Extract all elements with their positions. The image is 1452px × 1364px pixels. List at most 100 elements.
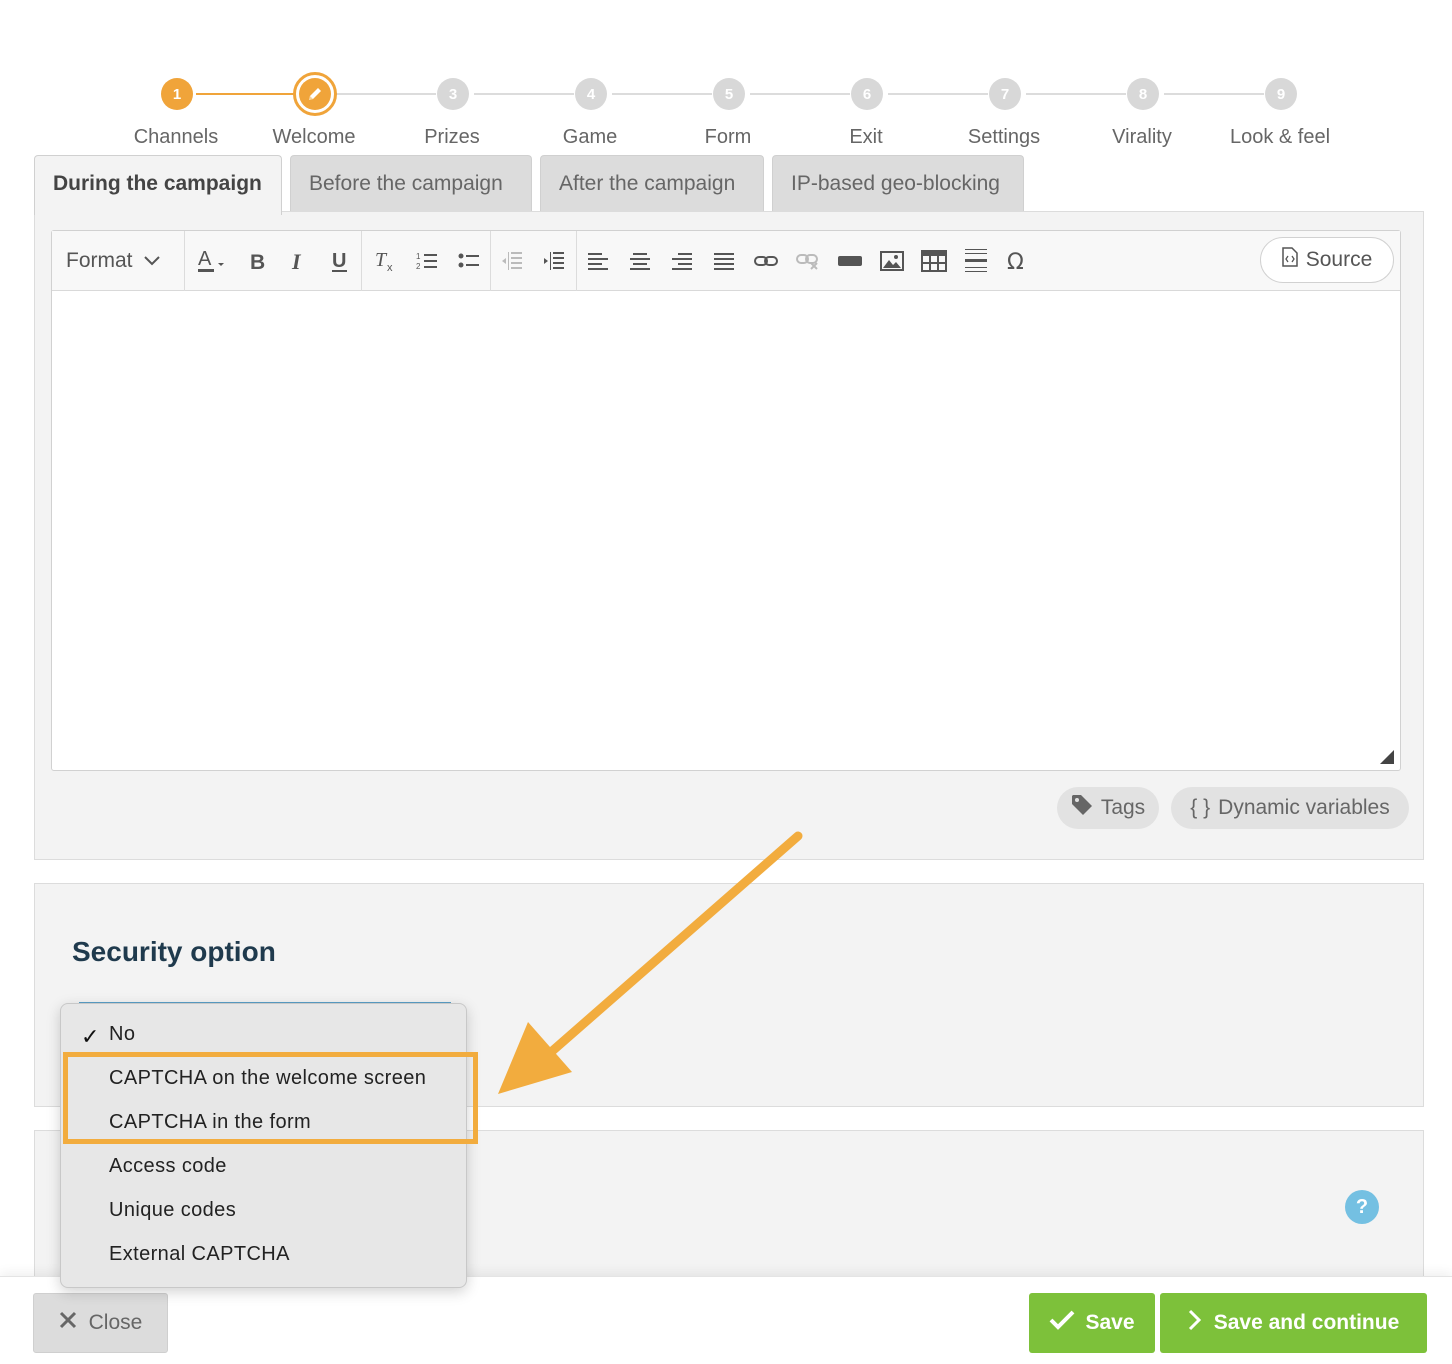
option-external-captcha[interactable]: External CAPTCHA bbox=[109, 1243, 290, 1266]
step-label: Prizes bbox=[424, 126, 480, 148]
step-number: 6 bbox=[851, 78, 883, 110]
step-connector-4 bbox=[612, 93, 712, 95]
resize-handle-icon[interactable] bbox=[1380, 750, 1394, 764]
toolbar-separator bbox=[184, 231, 185, 291]
svg-text:Ω: Ω bbox=[1007, 250, 1024, 273]
editor-toolbar: Format A B I U Tx 12 Ω Source bbox=[52, 231, 1400, 291]
footer-bar: Close Save Save and continue bbox=[0, 1276, 1452, 1364]
help-icon[interactable]: ? bbox=[1345, 1190, 1379, 1224]
step-number: 3 bbox=[437, 78, 469, 110]
save-label: Save bbox=[1085, 1311, 1135, 1334]
bullet-list-icon[interactable] bbox=[453, 245, 485, 277]
svg-text:x: x bbox=[387, 262, 393, 273]
tab-after-campaign[interactable]: After the campaign bbox=[540, 155, 764, 213]
step-connector-7 bbox=[1026, 93, 1126, 95]
chevron-down-icon bbox=[143, 245, 161, 277]
step-connector-5 bbox=[750, 93, 850, 95]
checkmark-icon bbox=[1049, 1310, 1075, 1336]
svg-text:1: 1 bbox=[416, 252, 421, 261]
svg-text:2: 2 bbox=[416, 262, 421, 271]
section-title: Security option bbox=[72, 936, 276, 967]
current-step-marker bbox=[293, 72, 337, 116]
bold-icon[interactable]: B bbox=[242, 245, 274, 277]
dynamic-variables-button[interactable]: { } Dynamic variables bbox=[1171, 787, 1409, 829]
image-icon[interactable] bbox=[876, 245, 908, 277]
format-dropdown[interactable]: Format bbox=[66, 245, 161, 277]
security-options-dropdown: ✓ No CAPTCHA on the welcome screen CAPTC… bbox=[60, 1003, 467, 1288]
step-number: 1 bbox=[161, 78, 193, 110]
text-color-icon[interactable]: A bbox=[195, 245, 227, 277]
chevron-right-icon bbox=[1188, 1309, 1202, 1337]
progress-stepper: 1 Channels Welcome 3 Prizes 4 Game 5 For… bbox=[0, 36, 1452, 148]
option-access-code[interactable]: Access code bbox=[109, 1155, 227, 1178]
step-label: Settings bbox=[967, 126, 1041, 148]
option-unique-codes[interactable]: Unique codes bbox=[109, 1199, 236, 1222]
tab-geo-blocking[interactable]: IP-based geo-blocking bbox=[772, 155, 1024, 213]
step-label: Welcome bbox=[272, 126, 356, 148]
check-icon: ✓ bbox=[81, 1024, 100, 1049]
curly-braces-icon: { } bbox=[1190, 796, 1211, 819]
underline-icon[interactable]: U bbox=[324, 245, 356, 277]
save-and-continue-button[interactable]: Save and continue bbox=[1160, 1293, 1427, 1353]
increase-indent-icon[interactable] bbox=[538, 245, 570, 277]
step-label: Channels bbox=[133, 126, 219, 148]
unlink-icon[interactable] bbox=[792, 245, 824, 277]
step-label: Virality bbox=[1112, 126, 1172, 148]
step-connector-3 bbox=[474, 93, 574, 95]
tag-icon bbox=[1071, 794, 1093, 822]
step-number: 9 bbox=[1265, 78, 1297, 110]
table-icon[interactable] bbox=[918, 245, 950, 277]
tab-during-campaign[interactable]: During the campaign bbox=[34, 155, 282, 215]
format-label: Format bbox=[66, 249, 133, 272]
option-no[interactable]: No bbox=[109, 1023, 135, 1046]
italic-icon[interactable]: I bbox=[282, 245, 314, 277]
align-left-icon[interactable] bbox=[582, 245, 614, 277]
source-code-icon bbox=[1281, 247, 1298, 273]
close-label: Close bbox=[88, 1311, 143, 1334]
toolbar-separator bbox=[361, 231, 362, 291]
step-connector-6 bbox=[888, 93, 988, 95]
toolbar-separator bbox=[576, 231, 577, 291]
button-insert-icon[interactable] bbox=[834, 245, 866, 277]
save-continue-label: Save and continue bbox=[1213, 1311, 1400, 1334]
step-label: Look & feel bbox=[1229, 126, 1331, 148]
align-center-icon[interactable] bbox=[624, 245, 656, 277]
step-label: Game bbox=[562, 126, 618, 148]
option-captcha-welcome[interactable]: CAPTCHA on the welcome screen bbox=[109, 1067, 426, 1090]
step-number: 4 bbox=[575, 78, 607, 110]
pencil-icon bbox=[299, 78, 331, 110]
rich-text-editor: Format A B I U Tx 12 Ω Source bbox=[51, 230, 1401, 771]
dynamic-variables-label: Dynamic variables bbox=[1218, 796, 1390, 819]
step-label: Form bbox=[704, 126, 752, 148]
step-label: Exit bbox=[849, 126, 883, 148]
source-button[interactable]: Source bbox=[1260, 237, 1394, 283]
option-captcha-form[interactable]: CAPTCHA in the form bbox=[109, 1111, 311, 1134]
step-number: 8 bbox=[1127, 78, 1159, 110]
close-button[interactable]: Close bbox=[33, 1293, 168, 1353]
horizontal-rule-icon[interactable] bbox=[960, 245, 992, 277]
step-number: 7 bbox=[989, 78, 1021, 110]
link-icon[interactable] bbox=[750, 245, 782, 277]
step-number: 5 bbox=[713, 78, 745, 110]
step-connector-8 bbox=[1164, 93, 1264, 95]
tab-before-campaign[interactable]: Before the campaign bbox=[290, 155, 532, 213]
special-character-icon[interactable]: Ω bbox=[1002, 245, 1034, 277]
align-right-icon[interactable] bbox=[666, 245, 698, 277]
remove-format-icon[interactable]: Tx bbox=[369, 245, 401, 277]
step-connector-2 bbox=[336, 93, 436, 95]
decrease-indent-icon[interactable] bbox=[496, 245, 528, 277]
numbered-list-icon[interactable]: 12 bbox=[411, 245, 443, 277]
tags-button[interactable]: Tags bbox=[1057, 787, 1159, 829]
editor-panel: Format A B I U Tx 12 Ω Source Tags {} D… bbox=[34, 211, 1424, 860]
svg-text:U: U bbox=[332, 250, 346, 272]
justify-icon[interactable] bbox=[708, 245, 740, 277]
svg-text:I: I bbox=[291, 250, 302, 272]
svg-text:A: A bbox=[198, 248, 212, 270]
close-icon bbox=[59, 1311, 77, 1335]
step-connector-1 bbox=[196, 93, 296, 95]
toolbar-separator bbox=[490, 231, 491, 291]
source-label: Source bbox=[1305, 248, 1373, 271]
tags-label: Tags bbox=[1100, 796, 1146, 819]
svg-text:B: B bbox=[250, 251, 265, 272]
save-button[interactable]: Save bbox=[1029, 1293, 1155, 1353]
